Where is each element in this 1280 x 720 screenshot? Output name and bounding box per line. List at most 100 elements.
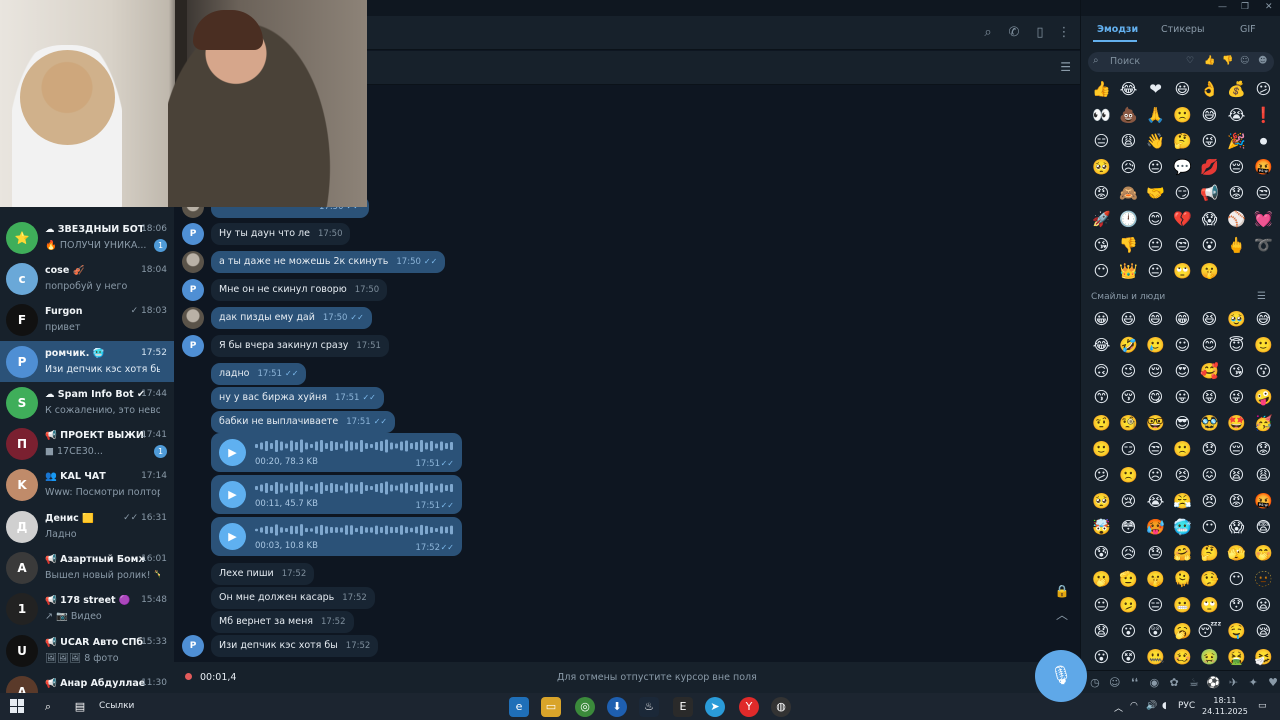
emoji-item[interactable]: 😏 bbox=[1115, 436, 1142, 462]
emoji-item[interactable]: 🙁 bbox=[1169, 102, 1196, 128]
chat-list-item[interactable]: c cose 🎻 18:04 попробуй у него bbox=[0, 258, 174, 299]
message-bubble[interactable]: дак пизды ему дай 17:50 ✓✓ bbox=[211, 307, 372, 329]
emoji-item[interactable]: 🚀 bbox=[1088, 206, 1115, 232]
emoji-item[interactable]: 🫤 bbox=[1115, 592, 1142, 618]
emoji-item[interactable]: 🙄 bbox=[1169, 258, 1196, 284]
emoji-item[interactable]: 🥵 bbox=[1142, 514, 1169, 540]
emoji-item[interactable]: 🤪 bbox=[1250, 384, 1277, 410]
obs-icon[interactable]: ◍ bbox=[771, 697, 791, 717]
smiley-icon[interactable]: ☺ bbox=[1107, 676, 1123, 689]
tab-stickers[interactable]: Стикеры bbox=[1161, 24, 1204, 35]
emoji-item[interactable]: 🥺 bbox=[1088, 154, 1115, 180]
sticker-icon[interactable]: ◉ bbox=[1146, 676, 1162, 689]
emoji-item[interactable]: 😘 bbox=[1088, 232, 1115, 258]
emoji-item[interactable]: 🙂 bbox=[1088, 436, 1115, 462]
emoji-item[interactable]: 😔 bbox=[1223, 436, 1250, 462]
emoji-item[interactable]: ⚾ bbox=[1223, 206, 1250, 232]
chat-list-item[interactable]: S ☁ Spam Info Bot ✔ 17:44 К сожалению, это … bbox=[0, 382, 174, 423]
emoji-item[interactable]: 📢 bbox=[1196, 180, 1223, 206]
food-icon[interactable]: ☕ bbox=[1186, 676, 1202, 689]
voice-message[interactable]: ▶ 00:03, 10.8 KB 17:52 ✓✓ bbox=[211, 517, 462, 556]
recent-icon[interactable]: ◷ bbox=[1087, 676, 1103, 689]
emoji-item[interactable]: 🙏 bbox=[1142, 102, 1169, 128]
emoji-item[interactable]: 😒 bbox=[1142, 436, 1169, 462]
emoji-item[interactable]: 😶 bbox=[1196, 514, 1223, 540]
emoji-item[interactable]: 😁 bbox=[1169, 306, 1196, 332]
emoji-item[interactable]: ⏺ bbox=[1250, 128, 1277, 154]
section-collapse-icon[interactable]: ☰ bbox=[1257, 291, 1266, 302]
emoji-item[interactable]: 🤐 bbox=[1142, 644, 1169, 670]
taskbar-search-label[interactable]: Ссылки bbox=[99, 701, 134, 711]
emoji-item[interactable]: 😊 bbox=[1142, 206, 1169, 232]
chat-list-item[interactable]: Д Денис 🟨 ✓✓ 16:31 Ладно bbox=[0, 506, 174, 547]
pin-list-icon[interactable]: ☰ bbox=[1060, 60, 1071, 74]
emoji-item[interactable]: 👋 bbox=[1142, 128, 1169, 154]
symbol-icon[interactable]: ♥ bbox=[1265, 676, 1280, 689]
laugh-category-icon[interactable]: ☺ bbox=[1240, 56, 1249, 66]
emoji-item[interactable]: 😎 bbox=[1169, 410, 1196, 436]
emoji-item[interactable]: 😣 bbox=[1169, 462, 1196, 488]
custom-emoji-icon[interactable]: ❛❛ bbox=[1127, 676, 1143, 689]
emoji-item[interactable]: 😟 bbox=[1250, 436, 1277, 462]
emoji-item[interactable]: 🤭 bbox=[1250, 540, 1277, 566]
emoji-search-input[interactable]: ⌕ Поиск ♡ 👍 👎 ☺ ☻ bbox=[1088, 52, 1274, 72]
emoji-item[interactable]: 😧 bbox=[1088, 618, 1115, 644]
emoji-item[interactable]: 🤢 bbox=[1196, 644, 1223, 670]
emoji-item[interactable]: 😀 bbox=[1088, 306, 1115, 332]
sidebar-toggle-icon[interactable]: ▯ bbox=[1032, 25, 1048, 41]
emoji-item[interactable]: 😊 bbox=[1196, 332, 1223, 358]
emoji-item[interactable]: 🙁 bbox=[1169, 436, 1196, 462]
chat-list-item[interactable]: U 📢 UCAR Авто СПб 15:33 🖼🖼🖼 8 фото bbox=[0, 630, 174, 671]
emoji-item[interactable]: 🤨 bbox=[1088, 410, 1115, 436]
message-bubble[interactable]: Мне он не скинул говорю 17:50 bbox=[211, 279, 388, 301]
emoji-item[interactable]: 😶 bbox=[1223, 566, 1250, 592]
emoji-item[interactable]: 👍 bbox=[1088, 76, 1115, 102]
audio-icon[interactable]: 🔊 bbox=[1146, 701, 1157, 711]
emoji-item[interactable]: 😚 bbox=[1115, 384, 1142, 410]
sender-avatar[interactable]: Р bbox=[182, 223, 204, 245]
microphone-button[interactable]: 🎙 bbox=[1035, 650, 1087, 702]
emoji-item[interactable]: 😕 bbox=[1250, 76, 1277, 102]
network-icon[interactable]: ◠ bbox=[1130, 701, 1138, 711]
emoji-item[interactable]: 🤣 bbox=[1115, 332, 1142, 358]
emoji-item[interactable]: 😨 bbox=[1250, 514, 1277, 540]
emoji-item[interactable]: 😩 bbox=[1115, 128, 1142, 154]
emoji-item[interactable]: 😪 bbox=[1250, 618, 1277, 644]
emoji-item[interactable]: 😗 bbox=[1250, 358, 1277, 384]
emoji-item[interactable]: 🫢 bbox=[1088, 566, 1115, 592]
emoji-item[interactable]: 🫥 bbox=[1250, 566, 1277, 592]
emoji-item[interactable]: 🫣 bbox=[1223, 540, 1250, 566]
emoji-item[interactable]: 😐 bbox=[1142, 258, 1169, 284]
emoji-item[interactable]: 😴 bbox=[1196, 618, 1223, 644]
emoji-item[interactable]: 😭 bbox=[1142, 488, 1169, 514]
sender-avatar[interactable] bbox=[182, 307, 204, 329]
emoji-item[interactable]: 😐 bbox=[1142, 232, 1169, 258]
chat-list-item[interactable]: ⭐ ☁ ЗВЁЗДНЫЙ БОТ 18:06 🔥 ПОЛУЧИ УНИКА... 1 bbox=[0, 217, 174, 258]
emoji-item[interactable]: 🤫 bbox=[1142, 566, 1169, 592]
emoji-item[interactable]: 🤬 bbox=[1250, 154, 1277, 180]
smile-category-icon[interactable]: ☻ bbox=[1258, 56, 1267, 66]
notification-icon[interactable]: ▭ bbox=[1258, 701, 1267, 711]
emoji-item[interactable]: 😱 bbox=[1196, 206, 1223, 232]
voice-message[interactable]: ▶ 00:20, 78.3 KB 17:51 ✓✓ bbox=[211, 433, 462, 472]
play-button[interactable]: ▶ bbox=[219, 439, 246, 466]
edge-icon[interactable]: e bbox=[509, 697, 529, 717]
emoji-item[interactable]: 😡 bbox=[1223, 488, 1250, 514]
emoji-item[interactable]: 😑 bbox=[1088, 128, 1115, 154]
emoji-item[interactable]: 💓 bbox=[1250, 206, 1277, 232]
language-indicator[interactable]: РУС bbox=[1178, 701, 1195, 711]
message-bubble[interactable]: Он мне должен касарь 17:52 bbox=[211, 587, 375, 609]
emoji-item[interactable]: 😑 bbox=[1142, 592, 1169, 618]
sender-avatar[interactable]: Р bbox=[182, 335, 204, 357]
emoji-item[interactable]: 🖕 bbox=[1223, 232, 1250, 258]
chat-list-item[interactable]: F Furgon ✓ 18:03 привет bbox=[0, 299, 174, 340]
object-icon[interactable]: ✦ bbox=[1245, 676, 1261, 689]
emoji-item[interactable]: 😐 bbox=[1142, 154, 1169, 180]
emoji-item[interactable]: 🎉 bbox=[1223, 128, 1250, 154]
emoji-item[interactable]: 😔 bbox=[1223, 154, 1250, 180]
emoji-item[interactable]: 👀 bbox=[1088, 102, 1115, 128]
close-icon[interactable]: ✕ bbox=[1265, 2, 1273, 12]
emoji-item[interactable]: 😥 bbox=[1115, 154, 1142, 180]
steam-icon[interactable]: ♨ bbox=[639, 697, 659, 717]
emoji-item[interactable]: ❤ bbox=[1142, 76, 1169, 102]
